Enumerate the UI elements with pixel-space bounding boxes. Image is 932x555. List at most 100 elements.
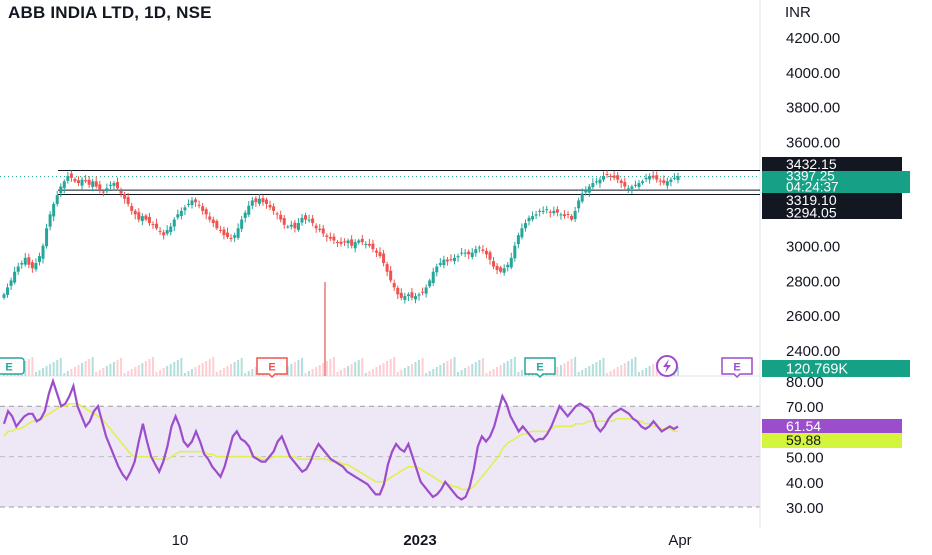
- volume-bar: [609, 371, 612, 376]
- volume-bar: [410, 364, 413, 376]
- volume-bar: [95, 372, 98, 376]
- candle-body: [204, 209, 208, 215]
- candle-body: [48, 214, 52, 227]
- volume-bar: [492, 369, 495, 376]
- candle-body: [410, 292, 414, 298]
- symbol-title[interactable]: ABB INDIA LTD, 1D, NSE: [8, 3, 212, 23]
- candle-body: [165, 230, 169, 234]
- candle-body: [570, 215, 574, 220]
- volume-bar: [169, 364, 172, 376]
- svg-text:3294.05: 3294.05: [786, 205, 837, 221]
- candle-body: [669, 179, 673, 182]
- volume-bar: [457, 372, 460, 376]
- candle-body: [403, 296, 407, 300]
- volume-bar: [645, 368, 648, 376]
- volume-bar: [620, 365, 623, 376]
- volume-bar: [300, 358, 303, 376]
- support-lower-price-label: 3294.05: [762, 205, 902, 221]
- price-tick-label: 2400.00: [786, 343, 840, 360]
- volume-bar: [208, 359, 211, 376]
- dividend-lightning-icon[interactable]: [656, 355, 678, 377]
- candle-body: [648, 176, 652, 180]
- candle-body: [194, 199, 198, 203]
- candle-body: [350, 239, 354, 246]
- volume-bar: [141, 363, 144, 376]
- volume-bar: [322, 363, 325, 376]
- earnings-marker[interactable]: E: [0, 357, 25, 375]
- candle-body: [658, 180, 662, 182]
- candle-body: [509, 257, 513, 268]
- candle-body: [126, 197, 130, 204]
- rsi-tick-label: 50.00: [786, 450, 824, 467]
- volume-bar: [91, 357, 94, 376]
- candle-body: [467, 251, 471, 255]
- candle-body: [374, 250, 378, 253]
- candle-body: [151, 224, 155, 226]
- volume-bar: [506, 361, 509, 376]
- volume-bar: [191, 369, 194, 376]
- candle-body: [286, 226, 290, 228]
- price-tick-label: 2600.00: [786, 308, 840, 325]
- candle-body: [619, 180, 623, 184]
- volume-bar: [449, 359, 452, 376]
- volume-bar: [240, 358, 243, 376]
- candle-body: [538, 210, 542, 212]
- candle-body: [119, 190, 123, 194]
- svg-text:E: E: [733, 362, 740, 374]
- candle-body: [396, 287, 400, 295]
- volume-bar: [375, 367, 378, 376]
- candle-body: [186, 203, 190, 205]
- earnings-marker[interactable]: E: [524, 357, 556, 379]
- candle-body: [655, 175, 659, 180]
- candle-body: [520, 228, 524, 238]
- volume-bar: [364, 373, 367, 376]
- volume-bar: [109, 364, 112, 376]
- volume-bar: [520, 370, 523, 376]
- candle-body: [584, 190, 588, 193]
- price-tick-label: 4200.00: [786, 30, 840, 47]
- candle-body: [421, 291, 425, 293]
- volume-bar: [354, 362, 357, 376]
- volume-bar: [290, 364, 293, 376]
- candle-body: [477, 247, 481, 249]
- time-axis-label-apr: Apr: [668, 532, 691, 549]
- volume-bar: [311, 369, 314, 376]
- candle-body: [353, 242, 357, 249]
- candle-body: [225, 232, 229, 237]
- volume-bar: [453, 357, 456, 376]
- volume-bar: [166, 366, 169, 376]
- volume-bar: [127, 371, 130, 376]
- volume-bar: [162, 368, 165, 376]
- volume-bar: [123, 373, 126, 376]
- earnings-marker[interactable]: E: [256, 357, 288, 379]
- candle-body: [367, 243, 371, 246]
- price-tick-label: 4000.00: [786, 65, 840, 82]
- candle-body: [527, 217, 531, 221]
- candle-body: [463, 252, 467, 254]
- volume-bar: [105, 366, 108, 376]
- volume-bar: [130, 369, 133, 376]
- volume-bar: [98, 370, 101, 376]
- volume-bar: [421, 358, 424, 376]
- candle-body: [87, 179, 91, 185]
- volume-bar: [112, 362, 115, 376]
- volume-bar: [155, 372, 158, 376]
- candle-body: [492, 261, 496, 267]
- candle-body: [268, 204, 272, 208]
- candle-body: [55, 195, 59, 204]
- volume-bar: [613, 369, 616, 376]
- volume-bar: [499, 365, 502, 376]
- volume-bar: [474, 362, 477, 376]
- candle-body: [27, 257, 31, 265]
- candle-body: [84, 180, 88, 182]
- candle-body: [2, 294, 6, 298]
- candle-body: [105, 188, 109, 192]
- candle-body: [577, 200, 581, 209]
- chart-stage[interactable]: E E E E INR 4200.00 4000.00 3800.00 3600.00…: [0, 0, 932, 550]
- volume-label: 120.769K: [762, 360, 910, 378]
- volume-bar: [59, 358, 62, 376]
- volume-bar: [134, 367, 137, 376]
- volume-bar: [435, 367, 438, 376]
- volume-bar: [559, 365, 562, 376]
- earnings-marker[interactable]: E: [721, 357, 753, 379]
